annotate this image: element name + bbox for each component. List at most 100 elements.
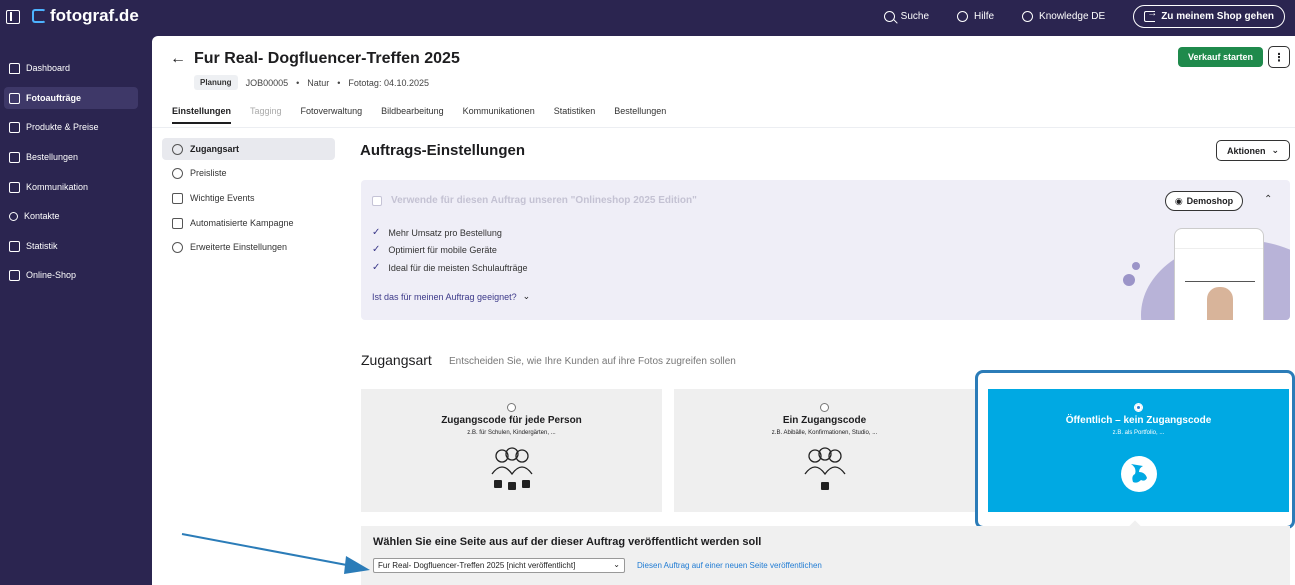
knowledge-icon [1022,11,1034,22]
feature-label: Optimiert für mobile Geräte [388,244,497,255]
calendar-icon [172,192,183,204]
tab-bildbearbeitung[interactable]: Bildbearbeitung [381,106,444,124]
top-actions: Suche Hilfe Knowledge DE Zu meinem Shop … [883,5,1285,28]
suitable-label: Ist das für meinen Auftrag geeignet? [372,291,517,302]
group-lock-icon [490,447,533,490]
sidebar-item-statistik[interactable]: Statistik [4,235,138,257]
store-icon [9,269,20,281]
sidebar-item-label: Statistik [26,241,58,251]
suitable-link[interactable]: Ist das für meinen Auftrag geeignet? ⌄ [372,291,530,302]
exit-icon [1144,8,1157,22]
tab-statistiken[interactable]: Statistiken [554,106,596,124]
settings-nav-label: Automatisierte Kampagne [190,218,294,228]
access-card-per-person[interactable]: Zugangscode für jede Person z.B. für Sch… [361,389,662,512]
settings-nav-erweitert[interactable]: Erweiterte Einstellungen [162,236,335,258]
meta-separator: • [337,77,341,88]
page-select-title: Wählen Sie eine Seite aus auf der dieser… [373,536,762,548]
tab-kommunikationen[interactable]: Kommunikationen [463,106,535,124]
page-title: Fur Real- Dogfluencer-Treffen 2025 [194,50,460,67]
start-sale-button[interactable]: Verkauf starten [1178,47,1263,67]
card-title: Zugangscode für jede Person [441,415,582,426]
settings-nav-label: Zugangsart [190,144,240,154]
radio-button[interactable] [507,403,516,412]
sidebar-item-label: Kommunikation [26,182,89,192]
chevron-down-icon: ⌄ [1271,145,1280,155]
access-subtitle: Entscheiden Sie, wie Ihre Kunden auf ihr… [449,356,736,367]
settings-nav-label: Preisliste [190,168,227,178]
tab-tagging[interactable]: Tagging [250,106,282,124]
promo-feature: ✓ Ideal für die meisten Schulaufträge [372,262,527,273]
demoshop-label: Demoshop [1186,196,1234,206]
check-icon: ✓ [372,244,381,255]
sidebar-item-label: Kontakte [24,211,60,221]
access-card-single-code[interactable]: Ein Zugangscode z.B. Abibälle, Konfirmat… [674,389,975,512]
settings-nav-kampagne[interactable]: Automatisierte Kampagne [162,212,335,234]
settings-title: Auftrags-Einstellungen [360,142,526,159]
sidebar-item-dashboard[interactable]: Dashboard [4,57,138,79]
actions-dropdown[interactable]: Aktionen ⌄ [1216,140,1290,161]
tab-fotoverwaltung[interactable]: Fotoverwaltung [301,106,363,124]
message-icon [9,181,20,193]
sidebar-item-kommunikation[interactable]: Kommunikation [4,176,138,198]
home-icon [9,62,20,74]
inbox-icon [9,151,20,163]
group-single-lock-icon [803,447,846,490]
chevron-down-icon: ⌄ [522,291,531,301]
check-icon: ✓ [372,262,381,273]
actions-label: Aktionen [1226,145,1266,156]
panel-toggle-icon[interactable] [6,10,20,24]
page-select-dropdown[interactable]: Fur Real- Dogfluencer-Treffen 2025 [nich… [373,558,625,573]
brand-logo[interactable]: fotograf.de [32,6,139,26]
job-meta: Planung JOB00005 • Natur • Fototag: 04.1… [194,75,429,90]
search-link[interactable]: Suche [883,11,929,22]
search-icon [883,11,895,22]
promo-headline: Verwende für diesen Auftrag unseren "Onl… [391,195,697,206]
sidebar-item-label: Bestellungen [26,152,79,162]
go-to-shop-button[interactable]: Zu meinem Shop gehen [1133,5,1285,28]
back-arrow-icon[interactable]: ← [170,50,186,68]
feature-label: Mehr Umsatz pro Bestellung [388,227,502,238]
radio-button[interactable] [820,403,829,412]
sidebar-item-fotoauftraege[interactable]: Fotoaufträge [4,87,138,109]
tab-einstellungen[interactable]: Einstellungen [172,106,232,124]
cart-icon [9,121,20,133]
brand-name: fotograf.de [50,6,139,25]
settings-nav-events[interactable]: Wichtige Events [162,187,335,209]
demoshop-button[interactable]: ◉ Demoshop [1165,191,1243,211]
gear-icon [172,241,183,253]
main-content: ← Fur Real- Dogfluencer-Treffen 2025 Pla… [152,36,1295,585]
sidebar-item-online-shop[interactable]: Online-Shop [4,264,138,286]
sidebar-item-label: Fotoaufträge [26,93,81,103]
chevron-down-icon: ⌄ [613,560,620,569]
publish-new-page-link[interactable]: Diesen Auftrag auf einer neuen Seite ver… [637,561,822,570]
sidebar-item-kontakte[interactable]: Kontakte [4,205,138,227]
access-title: Zugangsart [361,352,432,368]
image-icon [9,92,20,104]
chevron-up-icon[interactable]: ⌃ [1264,194,1272,205]
card-subtitle: z.B. Abibälle, Konfirmationen, Studio, .… [771,430,878,436]
sidebar: Dashboard Fotoaufträge Produkte & Preise… [0,36,152,585]
onlineshop-checkbox[interactable] [372,196,382,206]
onlineshop-promo: Verwende für diesen Auftrag unseren "Onl… [361,180,1290,320]
megaphone-icon [172,217,183,229]
tabs-divider [152,127,1295,128]
sidebar-item-produkte[interactable]: Produkte & Preise [4,116,138,138]
more-options-button[interactable]: ⋮ [1268,46,1290,68]
chart-icon [9,240,20,252]
status-badge: Planung [194,75,238,90]
selected-card-highlight [975,370,1295,529]
sidebar-item-bestellungen[interactable]: Bestellungen [4,146,138,168]
sidebar-item-label: Produkte & Preise [26,122,99,132]
logo-icon [32,9,46,23]
meta-separator: • [296,77,300,88]
promo-feature: ✓ Optimiert für mobile Geräte [372,244,497,255]
check-icon: ✓ [372,227,381,238]
go-to-shop-label: Zu meinem Shop gehen [1161,11,1274,22]
knowledge-link[interactable]: Knowledge DE [1022,11,1105,22]
help-link[interactable]: Hilfe [957,11,994,22]
settings-nav-preisliste[interactable]: Preisliste [162,162,335,184]
tab-bestellungen[interactable]: Bestellungen [614,106,666,124]
sidebar-item-label: Online-Shop [26,270,77,280]
settings-nav-zugangsart[interactable]: Zugangsart [162,138,335,160]
job-category: Natur [307,77,330,88]
